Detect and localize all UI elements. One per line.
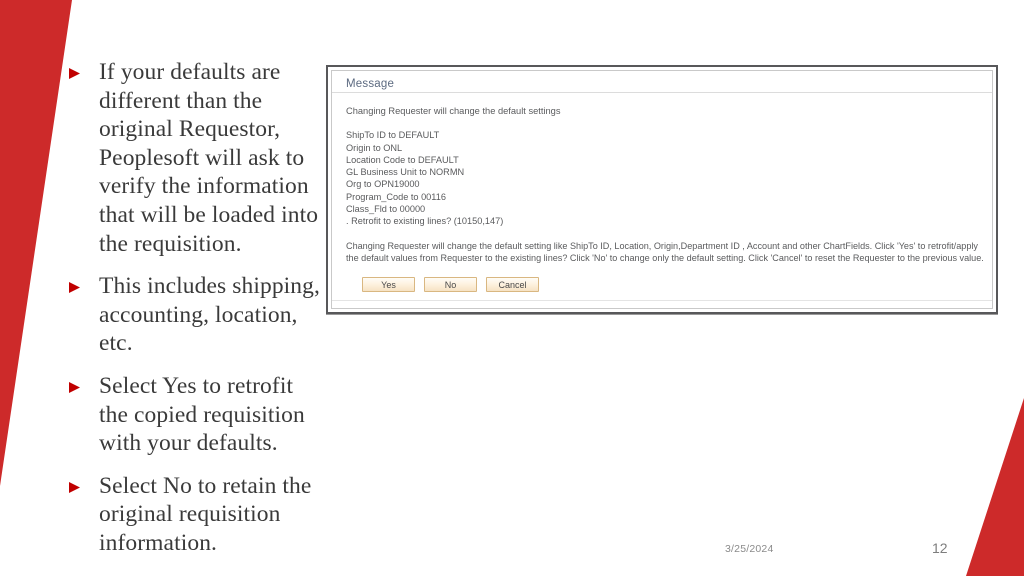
triangle-bullet-icon — [68, 272, 90, 294]
detail-line: GL Business Unit to NORMN — [346, 167, 465, 178]
detail-line: Program_Code to 00116 — [346, 191, 446, 202]
dialog-intro-text: Changing Requester will change the defau… — [346, 106, 561, 116]
dialog-title: Message — [346, 78, 395, 90]
footer-date: 3/25/2024 — [725, 543, 774, 555]
triangle-bullet-icon — [68, 58, 90, 80]
dialog-detail-list: ShipTo ID to DEFAULT Origin to ONL Locat… — [346, 129, 978, 227]
footer-page-number: 12 — [932, 540, 948, 556]
dialog-header: Message — [332, 71, 992, 93]
triangle-bullet-icon — [68, 472, 90, 494]
list-item: Select Yes to retrofit the copied requis… — [68, 372, 328, 458]
dialog-inner-frame: Message Changing Requester will change t… — [331, 70, 993, 309]
no-button[interactable]: No — [424, 277, 477, 293]
detail-line: Location Code to DEFAULT — [346, 154, 459, 165]
list-item-text: If your defaults are different than the … — [99, 59, 319, 257]
list-item-text: This includes shipping, accounting, loca… — [99, 273, 320, 357]
list-item: If your defaults are different than the … — [68, 58, 328, 258]
list-item: Select No to retain the original requisi… — [68, 472, 328, 558]
slide-canvas: If your defaults are different than the … — [0, 0, 1024, 576]
detail-line: Org to OPN19000 — [346, 179, 420, 190]
detail-line: Origin to ONL — [346, 142, 403, 153]
cancel-button[interactable]: Cancel — [486, 277, 539, 293]
detail-line: . Retrofit to existing lines? (10150,147… — [346, 216, 504, 227]
detail-line: ShipTo ID to DEFAULT — [346, 130, 440, 141]
detail-line: Class_Fld to 00000 — [346, 203, 426, 214]
message-dialog: Message Changing Requester will change t… — [326, 65, 998, 314]
yes-button[interactable]: Yes — [362, 277, 415, 293]
list-item: This includes shipping, accounting, loca… — [68, 272, 328, 358]
bullet-list: If your defaults are different than the … — [68, 58, 328, 572]
list-item-text: Select Yes to retrofit the copied requis… — [99, 372, 305, 457]
triangle-bullet-icon — [68, 372, 90, 394]
dialog-long-description: Changing Requester will change the defau… — [346, 240, 984, 263]
list-item-text: Select No to retain the original requisi… — [99, 472, 312, 556]
dialog-button-row: Yes No Cancel — [346, 277, 978, 293]
dialog-body: Changing Requester will change the defau… — [332, 93, 992, 293]
dialog-footer-strip — [332, 300, 992, 308]
